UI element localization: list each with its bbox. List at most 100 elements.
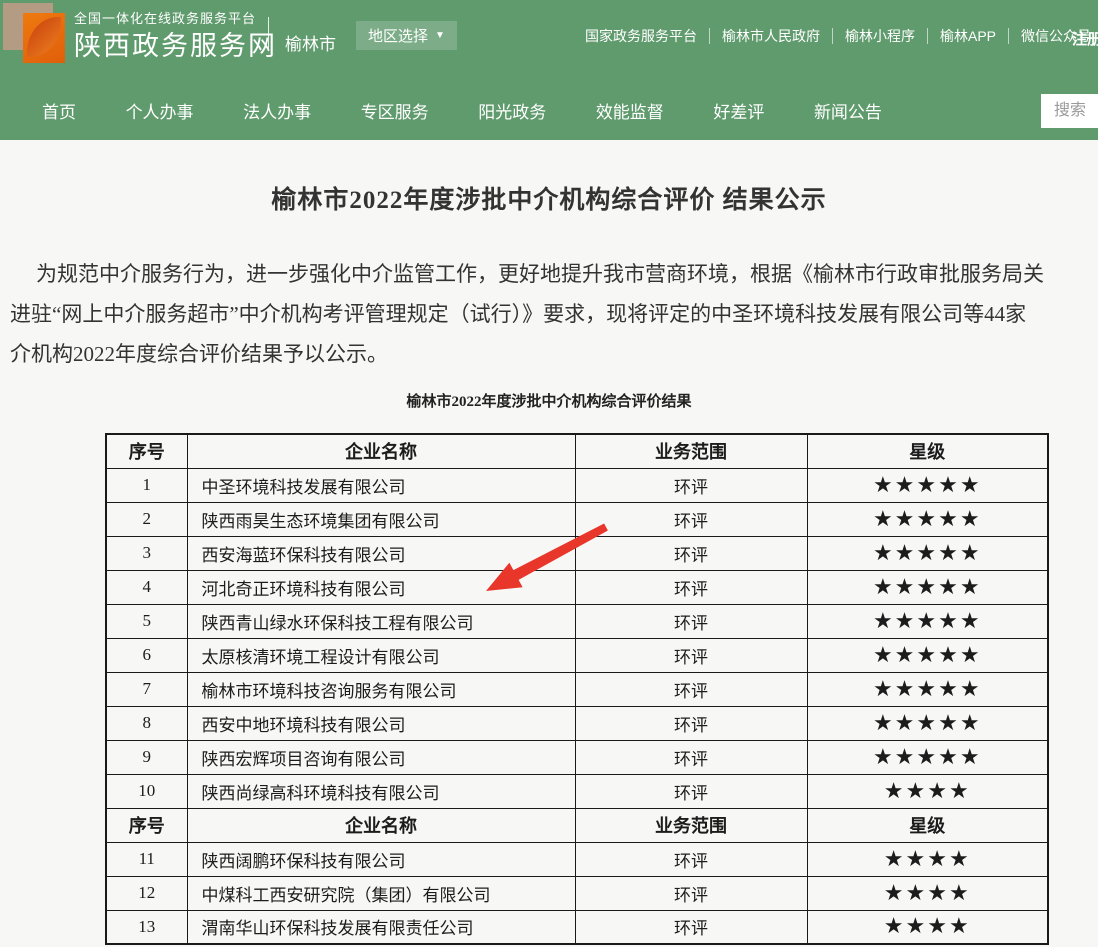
site-name: 陕西政务服务网 [74, 24, 277, 63]
cell-no: 2 [106, 502, 187, 536]
cell-business-scope: 环评 [575, 604, 807, 638]
region-select-button[interactable]: 地区选择 ▼ [356, 21, 457, 50]
cell-business-scope: 环评 [575, 638, 807, 672]
cell-no: 3 [106, 536, 187, 570]
cell-business-scope: 环评 [575, 774, 807, 808]
table-header-cell: 业务范围 [575, 808, 807, 842]
table-header-cell: 业务范围 [575, 434, 807, 468]
cell-star-rating: ★★★★★ [807, 740, 1048, 774]
cell-business-scope: 环评 [575, 672, 807, 706]
cell-business-scope: 环评 [575, 706, 807, 740]
cell-no: 4 [106, 570, 187, 604]
main-nav: 首页 个人办事 法人办事 专区服务 阳光政务 效能监督 好差评 新闻公告 [42, 98, 882, 123]
cell-star-rating: ★★★★★ [807, 468, 1048, 502]
cell-business-scope: 环评 [575, 876, 807, 910]
cell-star-rating: ★★★★★ [807, 536, 1048, 570]
table-row-10: 10陕西尚绿高科环境科技有限公司环评★★★★ [106, 774, 1048, 808]
table-row-9: 9陕西宏辉项目咨询有限公司环评★★★★★ [106, 740, 1048, 774]
cell-business-scope: 环评 [575, 740, 807, 774]
table-row-13: 13渭南华山环保科技发展有限责任公司环评★★★★ [106, 910, 1048, 944]
table-header-cell: 企业名称 [187, 434, 575, 468]
table-header-cell: 序号 [106, 808, 187, 842]
table-header-cell: 企业名称 [187, 808, 575, 842]
header-links: 国家政务服务平台榆林市人民政府榆林小程序榆林APP微信公众号 [573, 28, 1098, 44]
cell-star-rating: ★★★★★ [807, 604, 1048, 638]
header-divider [268, 17, 269, 50]
cell-business-scope: 环评 [575, 910, 807, 944]
cell-star-rating: ★★★★★ [807, 672, 1048, 706]
table-row-4: 4河北奇正环境科技有限公司环评★★★★★ [106, 570, 1048, 604]
nav-item-6[interactable]: 好差评 [713, 98, 764, 123]
table-caption: 榆林市2022年度涉批中介机构综合评价结果 [0, 390, 1098, 411]
cell-no: 12 [106, 876, 187, 910]
nav-item-2[interactable]: 法人办事 [243, 98, 311, 123]
page: 全国一体化在线政务服务平台 陕西政务服务网 榆林市 地区选择 ▼ 国家政务服务平… [0, 0, 1098, 947]
cell-no: 1 [106, 468, 187, 502]
nav-item-4[interactable]: 阳光政务 [478, 98, 546, 123]
table-header-cell: 序号 [106, 434, 187, 468]
cell-business-scope: 环评 [575, 502, 807, 536]
site-header: 全国一体化在线政务服务平台 陕西政务服务网 榆林市 地区选择 ▼ 国家政务服务平… [0, 0, 1098, 140]
cell-star-rating: ★★★★ [807, 774, 1048, 808]
cell-star-rating: ★★★★ [807, 910, 1048, 944]
nav-item-1[interactable]: 个人办事 [126, 98, 194, 123]
current-city-label: 榆林市 [285, 30, 336, 55]
region-select-label: 地区选择 [368, 25, 428, 46]
cell-star-rating: ★★★★★ [807, 570, 1048, 604]
cell-company-name: 西安中地环境科技有限公司 [187, 706, 575, 740]
table-row-2: 2陕西雨昊生态环境集团有限公司环评★★★★★ [106, 502, 1048, 536]
cell-company-name: 陕西青山绿水环保科技工程有限公司 [187, 604, 575, 638]
cell-company-name: 陕西雨昊生态环境集团有限公司 [187, 502, 575, 536]
header-link-0[interactable]: 国家政务服务平台 [573, 28, 710, 44]
site-logo[interactable] [3, 3, 65, 65]
paragraph-line: 为规范中介服务行为，进一步强化中介监管工作，更好地提升我市营商环境，根据《榆林市… [10, 261, 1044, 287]
nav-item-0[interactable]: 首页 [42, 98, 76, 123]
cell-company-name: 河北奇正环境科技有限公司 [187, 570, 575, 604]
cell-company-name: 陕西尚绿高科环境科技有限公司 [187, 774, 575, 808]
cell-business-scope: 环评 [575, 536, 807, 570]
table-row-11: 11陕西阔鹏环保科技有限公司环评★★★★ [106, 842, 1048, 876]
table-row-7: 7榆林市环境科技咨询服务有限公司环评★★★★★ [106, 672, 1048, 706]
table-header-cell: 星级 [807, 808, 1048, 842]
header-link-3[interactable]: 榆林APP [928, 28, 1009, 44]
table-row-3: 3西安海蓝环保科技有限公司环评★★★★★ [106, 536, 1048, 570]
table-row-8: 8西安中地环境科技有限公司环评★★★★★ [106, 706, 1048, 740]
cell-no: 11 [106, 842, 187, 876]
cell-business-scope: 环评 [575, 468, 807, 502]
table-row-12: 12中煤科工西安研究院（集团）有限公司环评★★★★ [106, 876, 1048, 910]
chevron-down-icon: ▼ [435, 31, 445, 41]
cell-company-name: 榆林市环境科技咨询服务有限公司 [187, 672, 575, 706]
table-row-5: 5陕西青山绿水环保科技工程有限公司环评★★★★★ [106, 604, 1048, 638]
cell-star-rating: ★★★★ [807, 876, 1048, 910]
cell-no: 5 [106, 604, 187, 638]
cell-company-name: 中煤科工西安研究院（集团）有限公司 [187, 876, 575, 910]
cell-star-rating: ★★★★★ [807, 638, 1048, 672]
evaluation-results-table: 序号企业名称业务范围星级1中圣环境科技发展有限公司环评★★★★★2陕西雨昊生态环… [105, 433, 1049, 945]
header-link-2[interactable]: 榆林小程序 [833, 28, 928, 44]
cell-company-name: 西安海蓝环保科技有限公司 [187, 536, 575, 570]
nav-item-7[interactable]: 新闻公告 [814, 98, 882, 123]
paragraph-line: 进驻“网上中介服务超市”中介机构考评管理规定（试行）》要求，现将评定的中圣环境科… [10, 301, 1026, 327]
header-link-1[interactable]: 榆林市人民政府 [710, 28, 833, 44]
table-row-6: 6太原核清环境工程设计有限公司环评★★★★★ [106, 638, 1048, 672]
cell-star-rating: ★★★★ [807, 842, 1048, 876]
cell-company-name: 陕西宏辉项目咨询有限公司 [187, 740, 575, 774]
cell-no: 9 [106, 740, 187, 774]
cell-business-scope: 环评 [575, 570, 807, 604]
table-row-1: 1中圣环境科技发展有限公司环评★★★★★ [106, 468, 1048, 502]
table-header-row: 序号企业名称业务范围星级 [106, 434, 1048, 468]
register-link[interactable]: 注册 [1072, 28, 1098, 49]
cell-no: 6 [106, 638, 187, 672]
cell-company-name: 陕西阔鹏环保科技有限公司 [187, 842, 575, 876]
cell-company-name: 太原核清环境工程设计有限公司 [187, 638, 575, 672]
page-title: 榆林市2022年度涉批中介机构综合评价 结果公示 [0, 180, 1098, 216]
table-header-row: 序号企业名称业务范围星级 [106, 808, 1048, 842]
nav-item-3[interactable]: 专区服务 [361, 98, 429, 123]
nav-item-5[interactable]: 效能监督 [596, 98, 664, 123]
paragraph-line: 介机构2022年度综合评价结果予以公示。 [10, 341, 388, 367]
cell-company-name: 渭南华山环保科技发展有限责任公司 [187, 910, 575, 944]
search-input[interactable] [1041, 94, 1098, 128]
table-header-cell: 星级 [807, 434, 1048, 468]
cell-no: 10 [106, 774, 187, 808]
cell-no: 13 [106, 910, 187, 944]
